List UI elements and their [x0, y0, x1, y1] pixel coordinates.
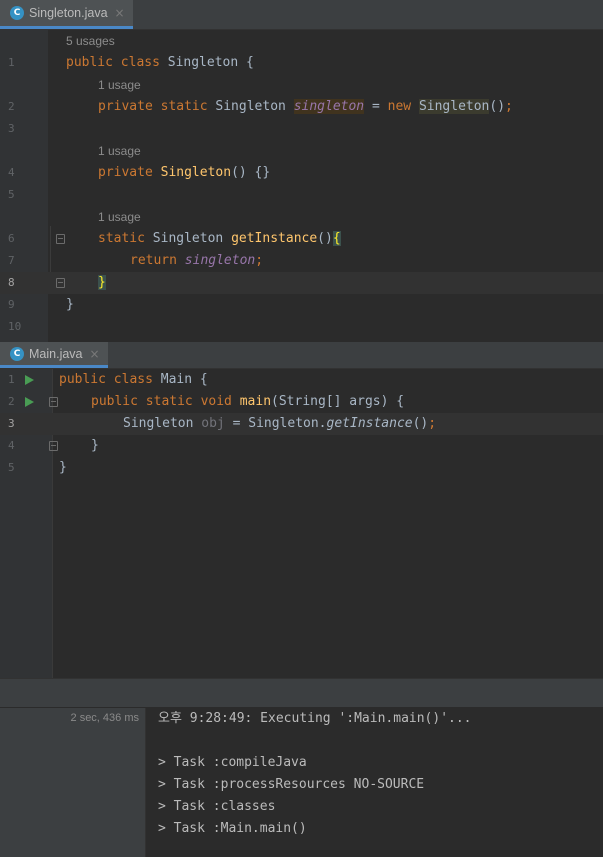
code-line[interactable]: 9 } — [0, 294, 603, 316]
code-line-current[interactable]: 8 } — [0, 272, 603, 294]
fold-icon[interactable] — [56, 234, 65, 244]
line-number: 5 — [8, 188, 15, 201]
code-line[interactable]: 1 public class Singleton { — [0, 52, 603, 74]
run-icon[interactable] — [25, 375, 34, 385]
code-text: } — [98, 275, 106, 290]
java-class-icon: C — [10, 6, 24, 20]
code-text: } — [91, 438, 99, 453]
console-line: > Task :classes — [158, 799, 276, 814]
code-text: } — [59, 460, 67, 475]
code-line-current[interactable]: 3 Singleton obj = Singleton.getInstance(… — [0, 413, 603, 435]
run-tool-window-header — [0, 678, 603, 708]
usages-hint[interactable]: 1 usage — [98, 140, 141, 162]
close-icon[interactable]: × — [115, 6, 125, 20]
console-line: > Task :Main.main() — [158, 821, 307, 836]
code-line[interactable]: 2 private static Singleton singleton = n… — [0, 96, 603, 118]
code-text: static Singleton getInstance(){ — [98, 231, 341, 246]
line-number: 6 — [8, 232, 15, 245]
code-text: Singleton obj = Singleton.getInstance(); — [123, 416, 437, 431]
code-text: return singleton; — [130, 253, 264, 268]
editor-main[interactable]: 1 public class Main { 2 public static vo… — [0, 369, 603, 678]
code-text: private Singleton() {} — [98, 165, 271, 180]
line-number: 10 — [8, 320, 22, 333]
code-text: private static Singleton singleton = new… — [98, 99, 513, 114]
usages-hint[interactable]: 1 usage — [98, 74, 141, 96]
line-number: 3 — [8, 417, 15, 430]
code-line[interactable]: 1 public class Main { — [0, 369, 603, 391]
code-text: public class Main { — [59, 372, 208, 387]
code-line[interactable]: 4 private Singleton() {} — [0, 162, 603, 184]
line-number: 9 — [8, 298, 15, 311]
editor-tab-bar-main: C Main.java × — [0, 342, 603, 369]
code-line[interactable]: 2 public static void main(String[] args)… — [0, 391, 603, 413]
tab-main-java[interactable]: C Main.java × — [0, 342, 108, 368]
run-tree-panel[interactable]: 2 sec, 436 ms — [0, 708, 146, 857]
code-text: } — [66, 297, 74, 312]
line-number: 1 — [8, 56, 15, 69]
run-duration: 2 sec, 436 ms — [70, 712, 139, 724]
line-number: 1 — [8, 373, 15, 386]
line-number: 8 — [8, 276, 15, 289]
console-line: > Task :processResources NO-SOURCE — [158, 777, 425, 792]
tab-label: Main.java — [29, 346, 83, 361]
code-line[interactable]: 4 } — [0, 435, 603, 457]
fold-icon[interactable] — [49, 397, 58, 407]
console-line: > Task :compileJava — [158, 755, 307, 770]
line-number: 4 — [8, 166, 15, 179]
fold-icon[interactable] — [56, 278, 65, 288]
code-text: public static void main(String[] args) { — [91, 394, 405, 409]
line-number: 2 — [8, 395, 15, 408]
line-number: 2 — [8, 100, 15, 113]
usages-hint[interactable]: 5 usages — [66, 30, 115, 52]
line-number: 5 — [8, 461, 15, 474]
code-line[interactable]: 10 — [0, 316, 603, 338]
usages-hint[interactable]: 1 usage — [98, 206, 141, 228]
java-class-icon: C — [10, 346, 24, 361]
code-text: public class Singleton { — [66, 55, 254, 70]
code-line[interactable]: 5 } — [0, 457, 603, 479]
console-line: 오후 9:28:49: Executing ':Main.main()'... — [158, 711, 472, 726]
line-number: 7 — [8, 254, 15, 267]
close-icon[interactable]: × — [90, 347, 100, 361]
code-line[interactable]: 7 return singleton; — [0, 250, 603, 272]
line-number: 3 — [8, 122, 15, 135]
tab-label: Singleton.java — [29, 6, 108, 20]
editor-tab-bar-singleton: C Singleton.java × — [0, 0, 603, 30]
editor-singleton[interactable]: 5 usages 1 public class Singleton { 1 us… — [0, 30, 603, 342]
tab-singleton-java[interactable]: C Singleton.java × — [0, 0, 133, 29]
line-number: 4 — [8, 439, 15, 452]
code-line[interactable]: 5 — [0, 184, 603, 206]
code-line[interactable]: 6 static Singleton getInstance(){ — [0, 228, 603, 250]
run-icon[interactable] — [25, 397, 34, 407]
run-console[interactable]: 2 sec, 436 ms 오후 9:28:49: Executing ':Ma… — [0, 708, 603, 857]
code-line[interactable]: 3 — [0, 118, 603, 140]
fold-icon[interactable] — [49, 441, 58, 451]
